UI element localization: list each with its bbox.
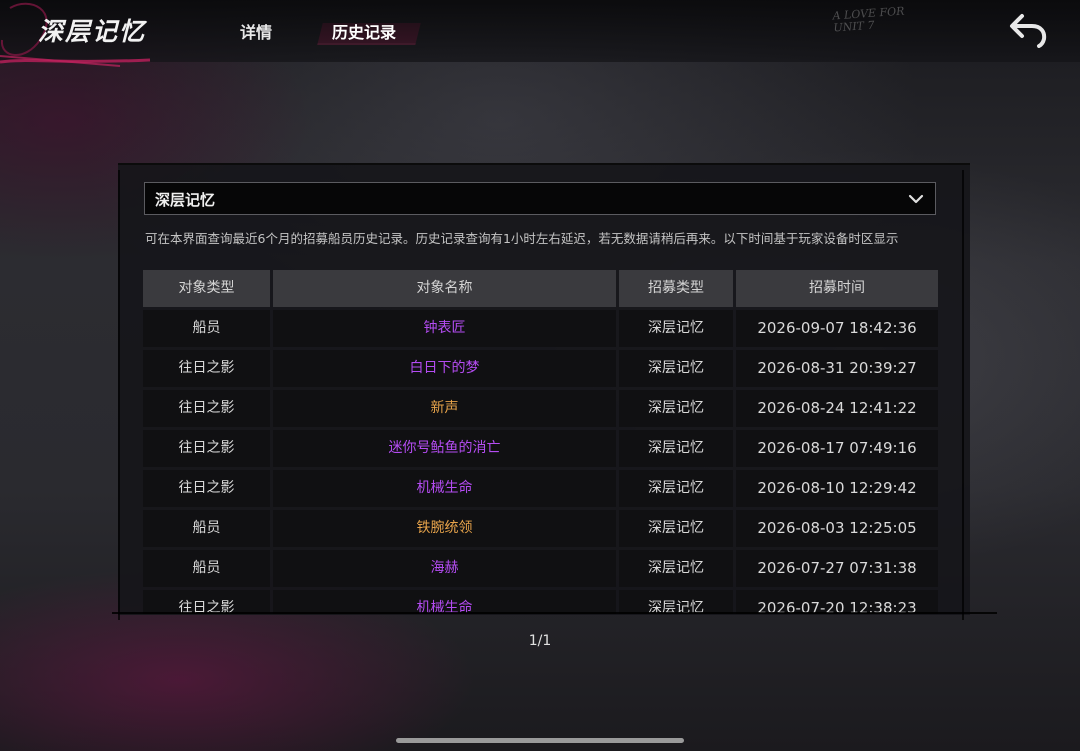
decorative-graffiti-text: A LOVE FOR UNIT 7 [832, 4, 905, 35]
panel-bottom-border [112, 612, 997, 614]
top-bar [0, 0, 1080, 62]
table-row: 船员 海赫 深层记忆 2026-07-27 07:31:38 [143, 550, 938, 587]
column-header: 对象类型 [143, 270, 270, 307]
object-name-cell: 新声 [273, 390, 616, 427]
history-table[interactable]: 对象类型 对象名称 招募类型 招募时间 船员 钟表匠 深层记忆 2026-09-07 … [143, 270, 938, 614]
object-type-cell: 往日之影 [143, 430, 270, 467]
recruit-type-cell: 深层记忆 [619, 430, 733, 467]
object-name-cell: 钟表匠 [273, 310, 616, 347]
recruit-type-cell: 深层记忆 [619, 390, 733, 427]
object-type-cell: 往日之影 [143, 470, 270, 507]
recruit-type-cell: 深层记忆 [619, 590, 733, 614]
object-type-cell: 往日之影 [143, 590, 270, 614]
recruit-type-cell: 深层记忆 [619, 310, 733, 347]
tab-history[interactable]: 历史记录 [317, 20, 421, 46]
recruit-type-cell: 深层记忆 [619, 350, 733, 387]
object-name-cell: 铁腕统领 [273, 510, 616, 547]
object-name-cell: 机械生命 [273, 470, 616, 507]
home-indicator[interactable] [396, 738, 684, 743]
recruit-time-cell: 2026-07-20 12:38:23 [736, 590, 938, 614]
recruit-pool-dropdown[interactable]: 深层记忆 [144, 182, 936, 215]
back-arrow-icon[interactable] [1008, 12, 1050, 48]
table-header-row: 对象类型 对象名称 招募类型 招募时间 [143, 270, 938, 307]
pagination-indicator: 1/1 [528, 633, 552, 649]
object-type-cell: 船员 [143, 510, 270, 547]
object-name-cell: 迷你号鲇鱼的消亡 [273, 430, 616, 467]
object-type-cell: 往日之影 [143, 390, 270, 427]
recruit-type-cell: 深层记忆 [619, 510, 733, 547]
table-row: 往日之影 白日下的梦 深层记忆 2026-08-31 20:39:27 [143, 350, 938, 387]
object-type-cell: 船员 [143, 550, 270, 587]
recruit-time-cell: 2026-08-10 12:29:42 [736, 470, 938, 507]
object-name-cell: 白日下的梦 [273, 350, 616, 387]
dropdown-selected-value: 深层记忆 [155, 191, 216, 209]
table-row: 船员 铁腕统领 深层记忆 2026-08-03 12:25:05 [143, 510, 938, 547]
column-header: 招募时间 [736, 270, 938, 307]
panel-edge [962, 170, 964, 620]
recruit-time-cell: 2026-08-31 20:39:27 [736, 350, 938, 387]
object-type-cell: 船员 [143, 310, 270, 347]
recruit-type-cell: 深层记忆 [619, 470, 733, 507]
recruit-time-cell: 2026-08-03 12:25:05 [736, 510, 938, 547]
table-row: 往日之影 新声 深层记忆 2026-08-24 12:41:22 [143, 390, 938, 427]
table-row: 往日之影 机械生命 深层记忆 2026-07-20 12:38:23 [143, 590, 938, 614]
table-row: 往日之影 迷你号鲇鱼的消亡 深层记忆 2026-08-17 07:49:16 [143, 430, 938, 467]
chevron-down-icon [908, 194, 924, 204]
recruit-time-cell: 2026-07-27 07:31:38 [736, 550, 938, 587]
recruit-time-cell: 2026-08-17 07:49:16 [736, 430, 938, 467]
tab-details[interactable]: 详情 [226, 20, 286, 46]
object-name-cell: 海赫 [273, 550, 616, 587]
recruit-time-cell: 2026-08-24 12:41:22 [736, 390, 938, 427]
history-notice-text: 可在本界面查询最近6个月的招募船员历史记录。历史记录查询有1小时左右延迟，若无数… [145, 231, 899, 246]
table-row: 船员 钟表匠 深层记忆 2026-09-07 18:42:36 [143, 310, 938, 347]
table-row: 往日之影 机械生命 深层记忆 2026-08-10 12:29:42 [143, 470, 938, 507]
app-title: 深层记忆 [38, 17, 147, 46]
panel-edge [118, 170, 120, 620]
recruit-type-cell: 深层记忆 [619, 550, 733, 587]
recruit-time-cell: 2026-09-07 18:42:36 [736, 310, 938, 347]
column-header: 对象名称 [273, 270, 616, 307]
object-type-cell: 往日之影 [143, 350, 270, 387]
tab-history-label: 历史记录 [332, 23, 397, 42]
tab-details-label: 详情 [240, 23, 273, 42]
column-header: 招募类型 [619, 270, 733, 307]
object-name-cell: 机械生命 [273, 590, 616, 614]
